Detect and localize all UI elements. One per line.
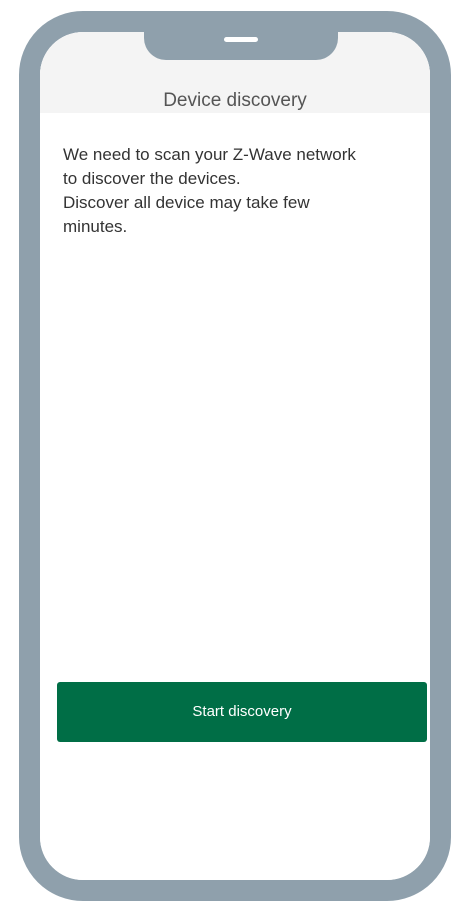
page-title: Device discovery [163,90,307,111]
description-line: Discover all device may take few [63,193,310,212]
start-discovery-button[interactable]: Start discovery [57,682,427,742]
discovery-description: We need to scan your Z-Wave network to d… [63,143,423,239]
description-line: We need to scan your Z-Wave network [63,145,356,164]
description-line: minutes. [63,217,128,236]
description-line: to discover the devices. [63,169,241,188]
phone-notch [144,32,338,60]
speaker-slot [224,37,258,42]
phone-frame: Device discovery We need to scan your Z-… [19,11,451,901]
app-screen: Device discovery We need to scan your Z-… [40,32,430,880]
